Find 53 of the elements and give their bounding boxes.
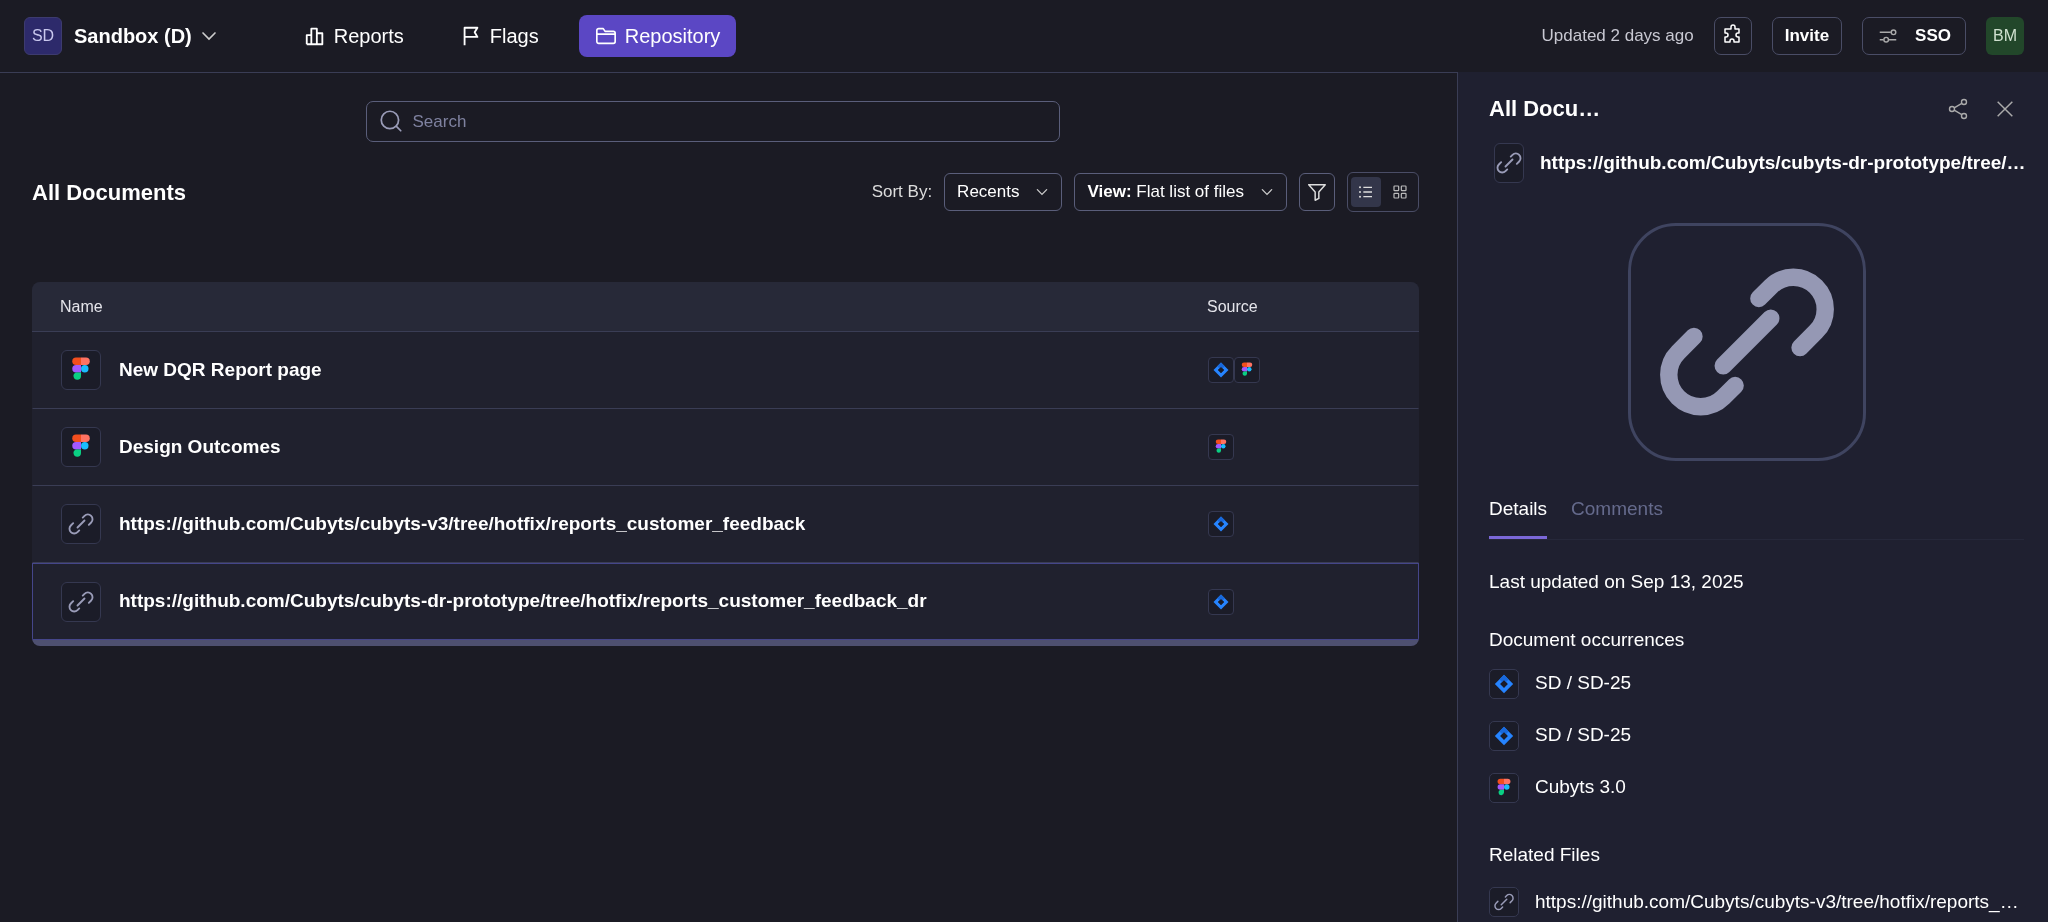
section-heading: Related Files	[1489, 842, 1601, 867]
grid-icon	[1392, 184, 1408, 200]
table-row[interactable]: Design Outcomes	[32, 409, 1419, 486]
list-icon	[1358, 184, 1374, 200]
table-row[interactable]: https://github.com/Cubyts/cubyts-dr-prototype/tree/hotfix/reports_customer_feedback_dr	[32, 563, 1419, 640]
nav-tab[interactable]: Flags	[443, 15, 555, 57]
user-avatar[interactable]: BM	[1986, 17, 2024, 55]
workspace-avatar: SD	[24, 17, 62, 55]
table-row[interactable]: New DQR Report page	[32, 332, 1419, 409]
share-icon	[1946, 96, 1970, 121]
view-dropdown[interactable]: View: Flat list of files	[1074, 173, 1287, 211]
section-heading: Document occurrences	[1489, 628, 1686, 652]
jira-logo-icon	[1493, 724, 1515, 747]
filter-icon	[1306, 181, 1328, 203]
file-name: https://github.com/Cubyts/cubyts-dr-prototype/tree/…	[1540, 150, 2026, 175]
link-icon	[1493, 891, 1515, 913]
folder-icon	[594, 25, 617, 47]
nav-tab[interactable]: Reports	[287, 15, 420, 57]
workspace-name: Sandbox (D)	[74, 24, 192, 49]
document-name: New DQR Report page	[119, 357, 322, 382]
list-view-button[interactable]	[1351, 177, 1381, 207]
jira-logo-icon	[1493, 672, 1515, 695]
jira-logo-icon	[1212, 515, 1230, 533]
occurrence-link[interactable]: SD / SD-25	[1535, 721, 1632, 750]
workspace-switcher[interactable]: SD Sandbox (D)	[24, 17, 218, 55]
document-name: Design Outcomes	[119, 434, 281, 459]
nav-tab[interactable]: Repository	[578, 15, 737, 57]
last-updated-date: Last updated on Sep 13, 2025	[1489, 569, 1745, 594]
panel-title: All Docu…	[1489, 95, 1601, 123]
document-name: https://github.com/Cubyts/cubyts-v3/tree/hotfix/reports_customer_feedback	[119, 511, 806, 536]
document-name: https://github.com/Cubyts/cubyts-dr-prototype/tree/hotfix/reports_customer_feedback_dr	[119, 589, 927, 614]
table-row[interactable]: https://github.com/Cubyts/cubyts-v3/tree/hotfix/reports_customer_feedback	[32, 486, 1419, 563]
jira-logo-icon	[1212, 592, 1230, 611]
panel-tab[interactable]: Details	[1489, 495, 1548, 539]
last-updated-text: Updated 2 days ago	[1541, 25, 1694, 48]
bar-chart-icon	[303, 25, 326, 47]
sso-button[interactable]: SSO	[1862, 17, 1966, 55]
column-header: Source	[1207, 296, 1258, 317]
sort-label: Sort By:	[871, 181, 933, 204]
search-field[interactable]: Search	[365, 101, 1060, 142]
jira-logo-icon	[1212, 361, 1230, 379]
occurrence-link[interactable]: SD / SD-25	[1535, 669, 1632, 698]
horizontal-scrollbar[interactable]	[32, 640, 1419, 646]
related-file-link[interactable]: https://github.com/Cubyts/cubyts-v3/tree/hotfix/reports_…	[1535, 887, 2019, 917]
invite-button[interactable]: Invite	[1771, 17, 1843, 55]
sort-dropdown[interactable]: Recents	[944, 173, 1063, 211]
filter-button[interactable]	[1299, 173, 1335, 211]
column-header: Name	[59, 296, 104, 317]
search-icon	[377, 108, 404, 134]
page-title: All Documents	[32, 178, 187, 207]
integrations-button[interactable]	[1713, 17, 1752, 55]
occurrence-link[interactable]: Cubyts 3.0	[1535, 773, 1626, 802]
share-button[interactable]	[1946, 96, 1970, 121]
